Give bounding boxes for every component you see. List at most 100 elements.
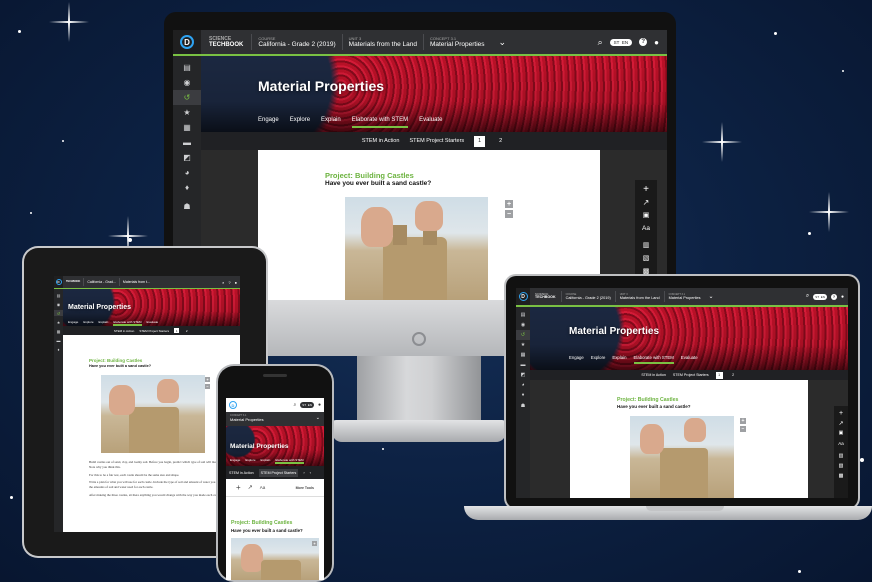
unit-value[interactable]: Materials from the Land — [620, 296, 660, 300]
text-size-icon[interactable]: Aa — [260, 485, 266, 490]
subtab-stem-project-starters[interactable]: STEM Project Starters — [409, 138, 464, 144]
video-icon[interactable]: ▩ — [638, 266, 654, 276]
zoom-out-button[interactable]: − — [205, 384, 210, 389]
magnet-icon[interactable]: ↺ — [54, 310, 63, 316]
user-icon[interactable]: ● — [654, 38, 659, 47]
globe-icon[interactable]: ◉ — [54, 301, 63, 307]
globe-icon[interactable]: ◉ — [173, 75, 201, 90]
subtab-stem-in-action[interactable]: STEM in Action — [641, 373, 666, 377]
subtab-stem-in-action[interactable]: STEM in Action — [362, 138, 400, 144]
zoom-in-button[interactable]: + — [205, 377, 210, 382]
add-icon[interactable]: + — [638, 184, 654, 195]
tab-explore[interactable]: Explore — [290, 117, 310, 128]
zoom-in-button[interactable]: + — [312, 541, 317, 546]
page-button-2[interactable]: 2 — [730, 372, 737, 379]
notes-icon[interactable]: ▦ — [54, 328, 63, 334]
star-icon[interactable]: ★ — [516, 340, 530, 350]
map-icon[interactable]: ▧ — [835, 462, 847, 470]
page-button-1[interactable]: 1 — [715, 371, 723, 379]
logo-icon[interactable]: D — [229, 401, 237, 409]
edit-icon[interactable]: ◩ — [173, 150, 201, 165]
tab-evaluate[interactable]: Evaluate — [681, 355, 698, 364]
logo-icon[interactable]: D — [518, 292, 528, 301]
lightbulb-icon[interactable]: ♦ — [173, 180, 201, 195]
user-icon[interactable]: ● — [235, 280, 237, 285]
print-icon[interactable]: ▣ — [638, 210, 654, 220]
notebook-icon[interactable]: ▥ — [835, 452, 847, 460]
subtab-stem-in-action[interactable]: STEM in Action — [229, 471, 254, 475]
video-icon[interactable]: ▩ — [835, 472, 847, 480]
dashboard-icon[interactable]: ▤ — [516, 310, 530, 320]
tab-explore[interactable]: Explore — [591, 355, 606, 364]
zoom-out-button[interactable]: − — [505, 210, 513, 218]
group-icon[interactable]: ☗ — [173, 197, 201, 215]
share-icon[interactable]: ↗ — [638, 197, 654, 207]
zoom-in-button[interactable]: + — [740, 418, 746, 424]
share-icon[interactable]: ↗ — [248, 484, 253, 491]
breadcrumb-unit[interactable]: UNIT 3 Materials from the Land — [341, 33, 423, 51]
unit-value[interactable]: Materials from t... — [123, 280, 150, 284]
text-size-icon[interactable]: Aa — [835, 439, 847, 447]
logo-icon[interactable]: D — [55, 279, 62, 285]
user-icon[interactable]: ● — [841, 294, 844, 300]
tab-engage[interactable]: Engage — [569, 355, 584, 364]
tab-evaluate[interactable]: Evaluate — [419, 117, 442, 128]
help-icon[interactable]: ? — [830, 293, 837, 300]
page-button-1[interactable]: 1 — [474, 135, 486, 147]
zoom-in-button[interactable]: + — [505, 200, 513, 208]
print-icon[interactable]: ▣ — [835, 429, 847, 437]
language-toggle[interactable]: ST EN — [300, 402, 314, 408]
tab-explain[interactable]: Explain — [261, 458, 271, 464]
folder-icon[interactable]: ▬ — [173, 135, 201, 150]
notes-icon[interactable]: ▦ — [516, 350, 530, 360]
tab-explore[interactable]: Explore — [245, 458, 255, 464]
tab-elaborate[interactable]: Elaborate with STEM — [633, 355, 674, 364]
page-button-2[interactable]: 2 — [495, 136, 506, 147]
help-icon[interactable]: ? — [639, 38, 648, 46]
notes-icon[interactable]: ▦ — [173, 120, 201, 135]
subtab-stem-in-action[interactable]: STEM in Action — [114, 329, 135, 333]
palette-icon[interactable]: ◕ — [516, 380, 530, 390]
tab-engage[interactable]: Engage — [230, 458, 240, 464]
course-value[interactable]: California - Grade 2 (2019) — [566, 296, 611, 300]
dashboard-icon[interactable]: ▤ — [54, 292, 63, 298]
dashboard-icon[interactable]: ▤ — [173, 60, 201, 75]
more-tools-button[interactable]: More Tools — [296, 486, 314, 490]
search-icon[interactable]: ⌕ — [293, 402, 296, 408]
help-icon[interactable]: ? — [228, 280, 230, 285]
chevron-down-icon[interactable]: ⌄ — [316, 415, 320, 421]
chevron-down-icon[interactable]: ⌄ — [709, 293, 714, 300]
star-icon[interactable]: ★ — [54, 319, 63, 325]
chevron-right-icon[interactable]: › — [303, 470, 304, 475]
chevron-left-icon[interactable]: ‹ — [310, 470, 311, 475]
breadcrumb-concept[interactable]: CONCEPT 3.1 Material Properties — [422, 33, 491, 51]
tab-explain[interactable]: Explain — [612, 355, 626, 364]
notebook-icon[interactable]: ▥ — [638, 240, 654, 250]
language-toggle[interactable]: ST EN — [609, 38, 633, 46]
map-icon[interactable]: ▧ — [638, 253, 654, 263]
search-icon[interactable]: ⌕ — [598, 37, 603, 48]
tab-engage[interactable]: Engage — [258, 117, 279, 128]
add-icon[interactable]: + — [835, 409, 847, 417]
magnet-icon[interactable]: ↺ — [516, 330, 530, 340]
magnet-icon[interactable]: ↺ — [173, 90, 201, 105]
phone-concept-bar[interactable]: CONCEPT 3.1 Material Properties ⌄ — [226, 412, 324, 426]
subtab-stem-project-starters[interactable]: STEM Project Starters — [139, 329, 169, 333]
subtab-stem-project-starters[interactable]: STEM Project Starters — [673, 373, 709, 377]
palette-icon[interactable]: ◕ — [173, 165, 201, 180]
lightbulb-icon[interactable]: ♦ — [516, 390, 530, 400]
chevron-down-icon[interactable]: ⌄ — [499, 37, 507, 48]
lightbulb-icon[interactable]: ♦ — [54, 346, 63, 352]
tab-explain[interactable]: Explain — [321, 117, 341, 128]
logo[interactable]: D — [173, 30, 201, 54]
text-size-icon[interactable]: Aa — [638, 223, 654, 233]
tab-elaborate[interactable]: Elaborate with STEM — [275, 458, 304, 464]
user-icon[interactable]: ● — [318, 402, 321, 408]
search-icon[interactable]: ⌕ — [222, 280, 224, 285]
course-value[interactable]: California - Grad... — [87, 280, 116, 284]
zoom-out-button[interactable]: − — [740, 426, 746, 432]
breadcrumb-course[interactable]: COURSE California - Grade 2 (2019) — [251, 33, 341, 51]
edit-icon[interactable]: ◩ — [516, 370, 530, 380]
group-icon[interactable]: ☗ — [516, 400, 530, 412]
language-toggle[interactable]: ST EN — [813, 293, 827, 300]
